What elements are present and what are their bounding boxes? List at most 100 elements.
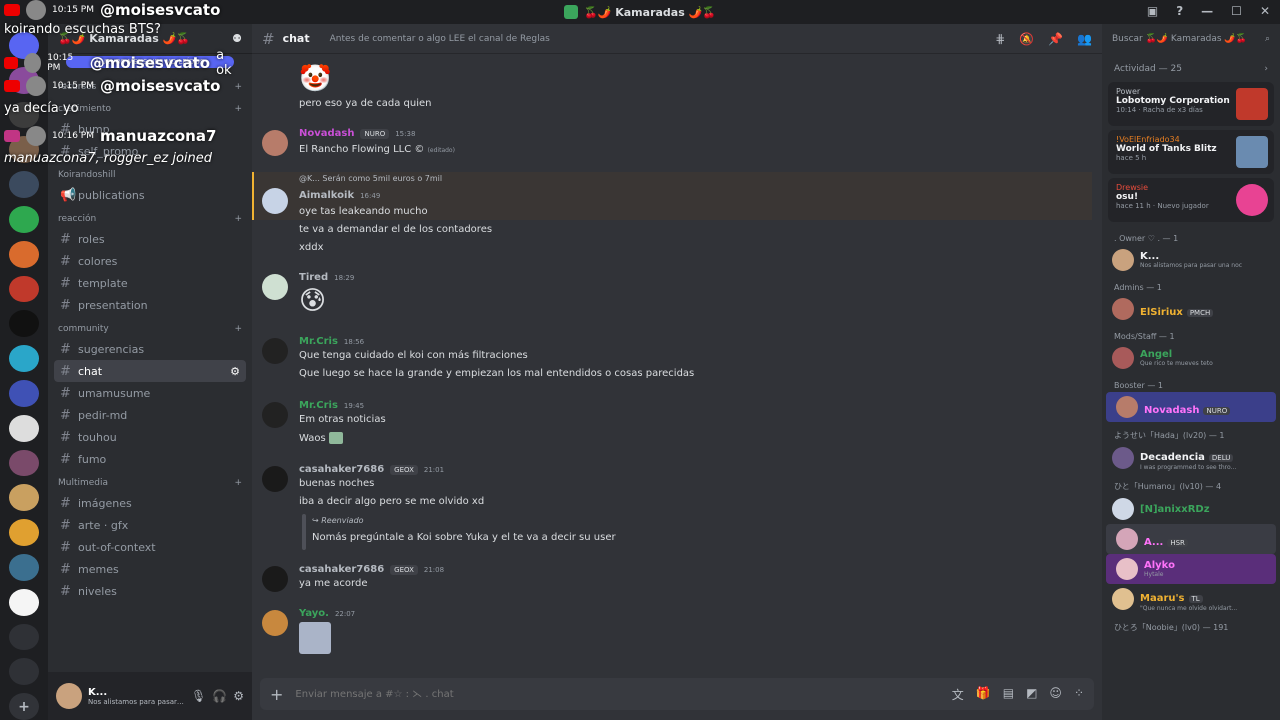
user-info[interactable]: K... Nos alistamos para pasar una noc	[88, 687, 185, 706]
channel-sugerencias[interactable]: # sugerencias	[54, 338, 246, 360]
gif-icon[interactable]: ▤	[1003, 686, 1014, 703]
server-icon[interactable]	[9, 171, 39, 198]
message-author[interactable]: Yayo.	[299, 608, 329, 619]
category-multimedia[interactable]: Multimedia +	[54, 470, 246, 492]
avatar[interactable]	[262, 274, 288, 300]
gear-icon[interactable]: ⚙	[233, 689, 244, 703]
category-koirando[interactable]: Koirandoshill	[54, 162, 246, 184]
gift-icon[interactable]: 🎁	[976, 686, 991, 703]
avatar[interactable]	[262, 188, 288, 214]
channel-niveles[interactable]: # niveles	[54, 580, 246, 602]
headphones-icon[interactable]: 🎧	[212, 689, 227, 703]
channel-chat[interactable]: # chat ⚙	[54, 360, 246, 382]
server-icon[interactable]	[9, 310, 39, 338]
message-author[interactable]: Tired	[299, 272, 328, 283]
message-author[interactable]: Aimalkoik	[299, 190, 354, 201]
server-icon[interactable]	[9, 658, 39, 686]
close-icon[interactable]: ✕	[1260, 4, 1270, 18]
channel-touhou[interactable]: # touhou	[54, 426, 246, 448]
channel-colores[interactable]: # colores	[54, 250, 246, 272]
channel-presentation[interactable]: # presentation	[54, 294, 246, 316]
channel-fumo[interactable]: # fumo	[54, 448, 246, 470]
member-item[interactable]: Maaru's TL "Que nunca me olvide olvidart..…	[1102, 584, 1280, 614]
message-author[interactable]: casahaker7686	[299, 564, 384, 575]
server-icon[interactable]	[9, 588, 39, 616]
message-author[interactable]: Novadash	[299, 128, 354, 139]
category-resources[interactable]: recursos +	[54, 74, 246, 96]
channel-pedir-md[interactable]: # pedir-md	[54, 404, 246, 426]
server-icon[interactable]	[9, 205, 39, 233]
reply-preview[interactable]: @K... Serán como 5mil euros o 7mil	[299, 174, 442, 183]
member-item[interactable]: Alyko Hytale	[1106, 554, 1276, 584]
avatar[interactable]	[262, 338, 288, 364]
members-icon[interactable]: 👥	[1077, 32, 1092, 46]
channel-bump[interactable]: # bump	[54, 118, 246, 140]
avatar[interactable]	[262, 466, 288, 492]
microphone-icon[interactable]: 🎙	[191, 689, 206, 703]
server-icon[interactable]	[9, 101, 39, 129]
mute-icon[interactable]: 🔕	[1019, 32, 1034, 46]
emoji-icon[interactable]: ☺	[1049, 686, 1062, 703]
minimize-icon[interactable]: —	[1201, 4, 1213, 18]
image-attachment[interactable]	[299, 622, 331, 654]
help-icon[interactable]: ?	[1176, 4, 1183, 18]
avatar[interactable]	[262, 130, 288, 156]
sticker-icon[interactable]: ◩	[1026, 686, 1037, 703]
server-icon[interactable]	[9, 136, 39, 164]
server-icon[interactable]	[9, 240, 39, 268]
activity-card[interactable]: Power Lobotomy Corporation 10:14 · Racha…	[1108, 82, 1274, 126]
message-author[interactable]: Mr.Cris	[299, 336, 338, 347]
member-item[interactable]: [N]anixxRDz	[1102, 494, 1280, 524]
server-icon-home[interactable]	[9, 32, 39, 59]
avatar[interactable]	[262, 402, 288, 428]
activity-header[interactable]: Actividad — 25 ›	[1102, 54, 1280, 78]
member-search[interactable]: Buscar 🍒🌶️ Kamaradas 🌶️🍒 ⌕	[1102, 24, 1280, 54]
avatar[interactable]	[262, 566, 288, 592]
member-item[interactable]: A... HSR	[1106, 524, 1276, 554]
channel-imagenes[interactable]: # imágenes	[54, 492, 246, 514]
channel-arte[interactable]: # arte · gfx	[54, 514, 246, 536]
member-item[interactable]: Decadencia DELU I was programmed to see th…	[1102, 443, 1280, 473]
server-icon[interactable]	[9, 66, 39, 94]
channel-settings-icon[interactable]: ⚙	[230, 365, 240, 378]
activity-card[interactable]: Drewsie osu! hace 11 h · Nuevo jugador	[1108, 178, 1274, 222]
channel-publications[interactable]: 📢 publications	[54, 184, 246, 206]
new-messages-banner[interactable]: NUEVOS MENSAJES NO LEÍDOS	[66, 56, 234, 68]
maximize-icon[interactable]: ☐	[1231, 4, 1242, 18]
member-item[interactable]: K... Nos alistamos para pasar una noc	[1102, 245, 1280, 275]
add-server-icon[interactable]: +	[9, 693, 39, 720]
server-icon[interactable]	[9, 449, 39, 477]
channel-roles[interactable]: # roles	[54, 228, 246, 250]
category-reaction[interactable]: reacción +	[54, 206, 246, 228]
server-icon[interactable]	[9, 275, 39, 303]
threads-icon[interactable]: ⋕	[995, 32, 1005, 46]
activity-card[interactable]: !VoElEnfriado34 World of Tanks Blitz hac…	[1108, 130, 1274, 174]
pin-icon[interactable]: 📌	[1048, 32, 1063, 46]
member-item[interactable]: Angel Que rico te mueves teto	[1102, 343, 1280, 373]
server-icon[interactable]	[9, 379, 39, 407]
add-attachment-icon[interactable]: +	[270, 685, 283, 704]
translate-icon[interactable]: 文	[952, 686, 964, 703]
channel-self-promo[interactable]: # self_promo	[54, 140, 246, 162]
server-icon[interactable]	[9, 519, 39, 546]
avatar[interactable]	[262, 610, 288, 636]
category-growth[interactable]: crecimiento +	[54, 96, 246, 118]
inbox-icon[interactable]: ▣	[1147, 4, 1158, 18]
channel-template[interactable]: # template	[54, 272, 246, 294]
forwarded-message[interactable]: Nomás pregúntale a Koi sobre Yuka y el t…	[312, 532, 616, 543]
message-author[interactable]: casahaker7686	[299, 464, 384, 475]
channel-out-of-context[interactable]: # out-of-context	[54, 536, 246, 558]
channel-umamusume[interactable]: # umamusume	[54, 382, 246, 404]
category-community[interactable]: community +	[54, 316, 246, 338]
add-member-icon[interactable]: ⚉	[232, 32, 242, 45]
member-item[interactable]: Novadash NURO	[1106, 392, 1276, 422]
server-icon[interactable]	[9, 553, 39, 581]
server-icon[interactable]	[9, 623, 39, 651]
server-icon[interactable]	[9, 484, 39, 512]
apps-icon[interactable]: ⁘	[1074, 686, 1084, 703]
server-header[interactable]: 🍒🌶️ Kamaradas 🌶️🍒 ⚉	[48, 24, 252, 54]
message-input[interactable]	[295, 688, 940, 700]
avatar[interactable]	[56, 683, 82, 709]
server-icon[interactable]	[9, 414, 39, 442]
channel-memes[interactable]: # memes	[54, 558, 246, 580]
